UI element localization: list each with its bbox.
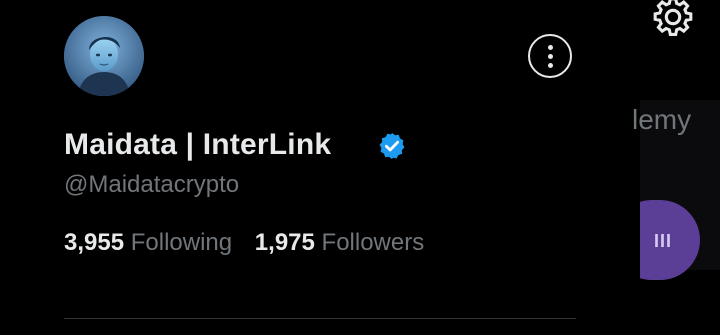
right-sidebar-text: lemy [632,104,692,135]
more-options-icon [548,45,553,50]
more-options-icon-dot [548,63,553,68]
followers-label: Followers [321,229,425,256]
display-name: Maidata | InterLink [64,128,332,161]
avatar[interactable] [64,16,144,96]
following-label: Following [130,229,233,256]
following-link[interactable]: 3,955 Following [64,229,239,256]
followers-link[interactable]: 1,975 Followers [255,229,424,256]
verified-badge-icon[interactable] [377,131,407,161]
avatar-image [64,16,144,96]
panel-gap [612,190,640,290]
divider [64,318,576,319]
profile-header: Maidata | InterLink @Maidatacrypto 3,955… [0,0,640,335]
following-count: 3,955 [64,229,125,256]
more-options-button[interactable] [528,34,572,78]
more-options-icon-dot [548,54,553,59]
follow-stats: 3,955 Following 1,975 Followers [64,229,424,257]
gear-icon[interactable] [650,0,696,40]
right-sidebar-button-glyph: III [654,231,673,251]
user-handle: @Maidatacrypto [64,171,240,198]
followers-count: 1,975 [254,229,315,256]
